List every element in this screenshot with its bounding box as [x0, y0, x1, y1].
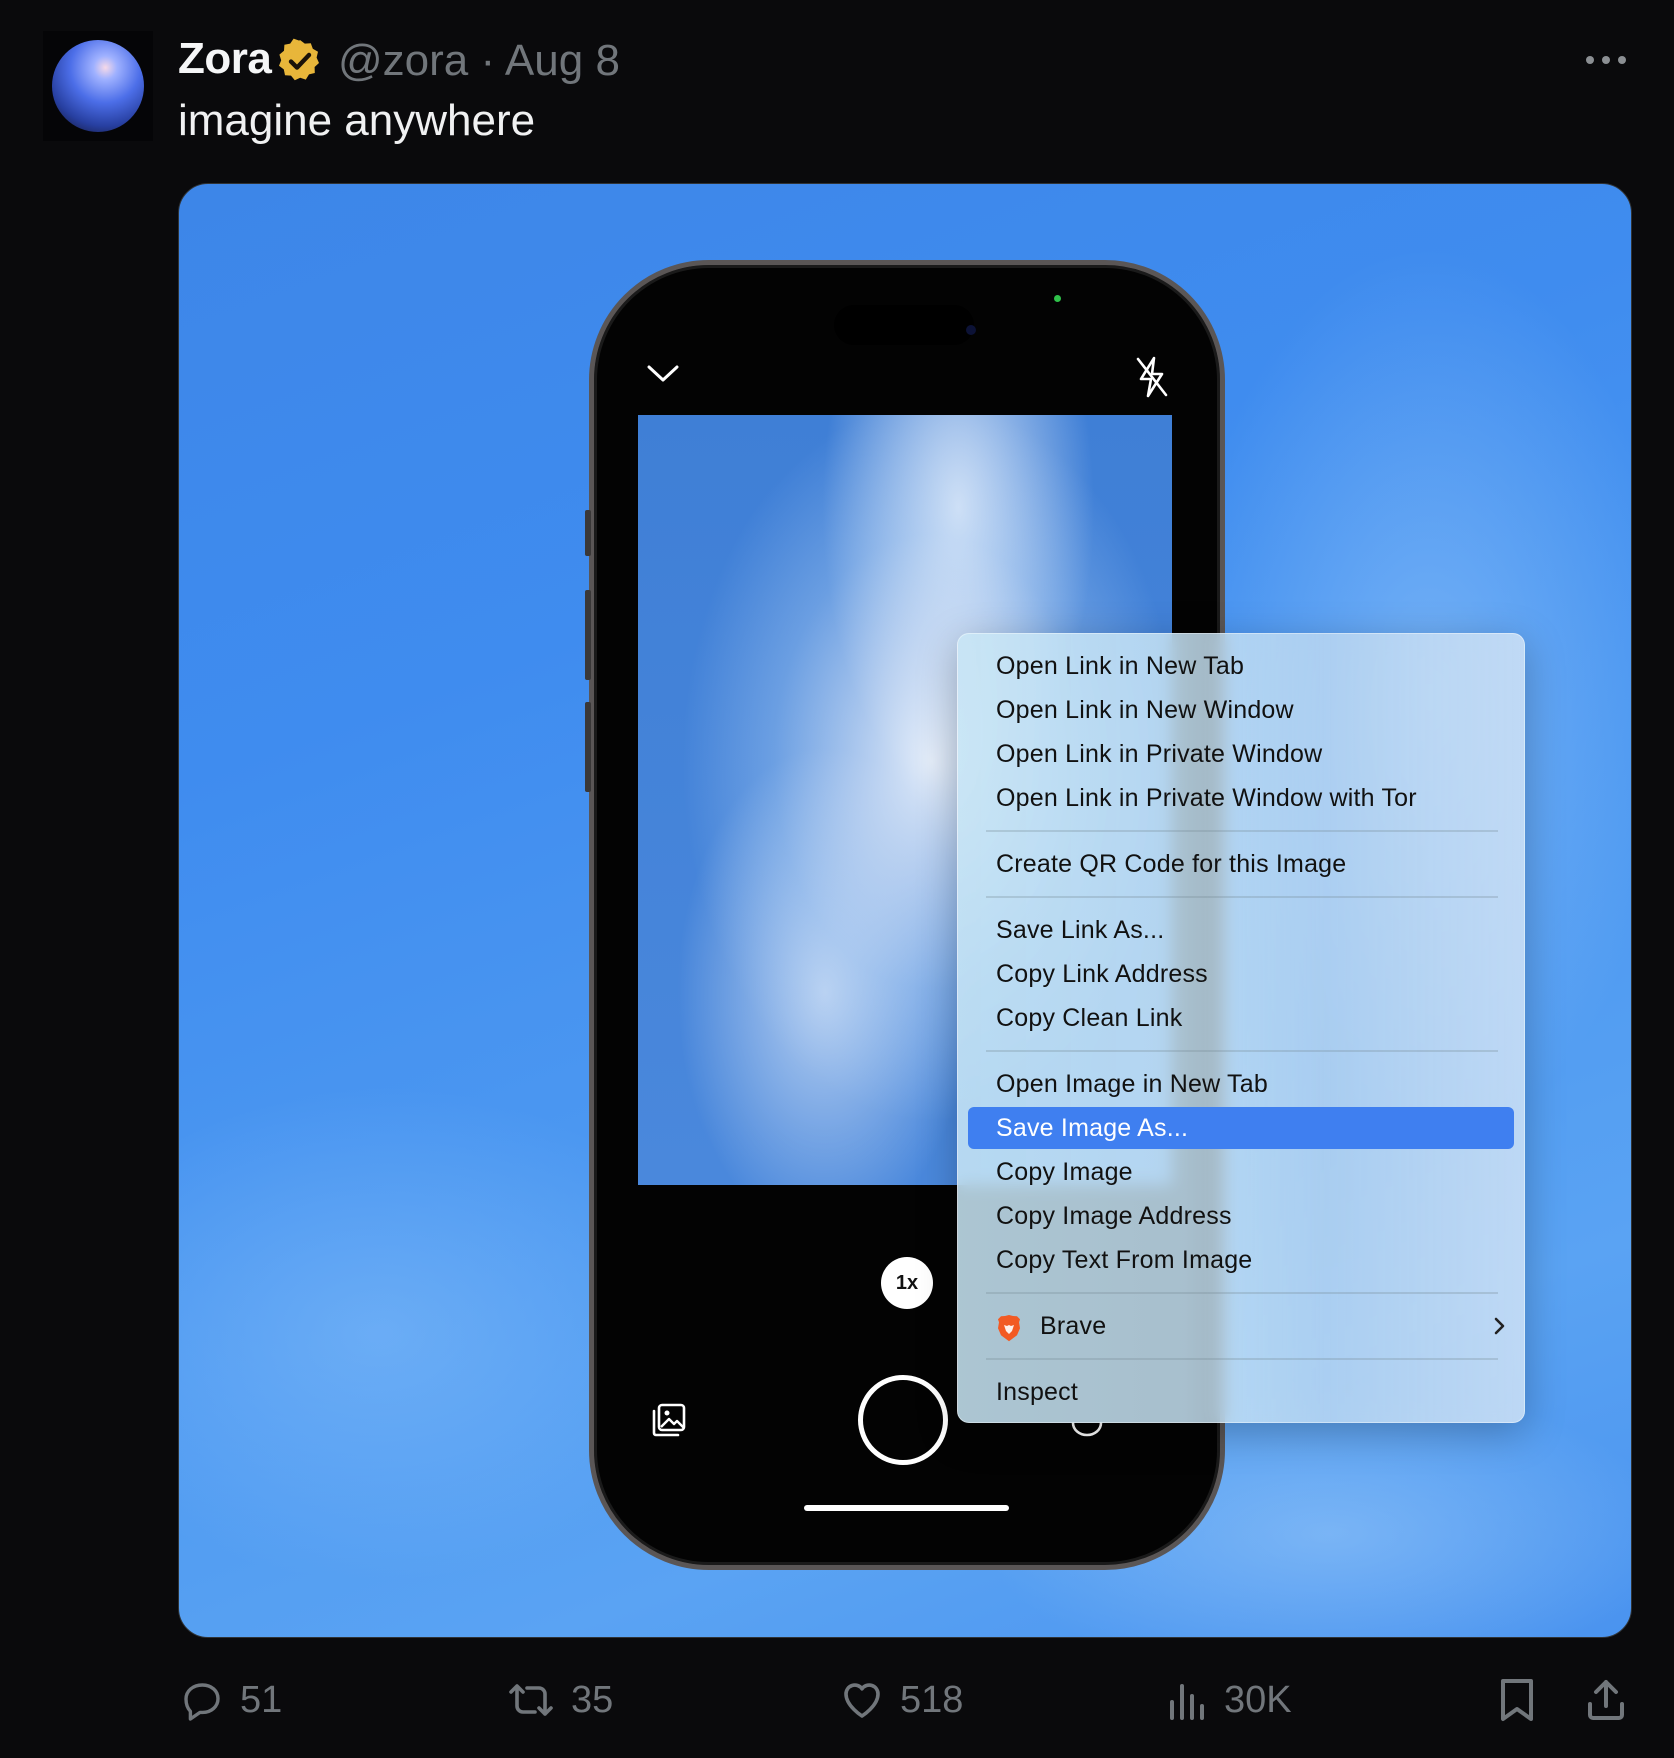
menu-separator [986, 896, 1498, 898]
like-button[interactable]: 518 [838, 1660, 963, 1740]
menu-item-copy-link-address[interactable]: Copy Link Address [968, 953, 1514, 995]
more-options-icon[interactable] [1580, 40, 1632, 80]
bookmark-button[interactable] [1494, 1660, 1540, 1740]
avatar[interactable] [43, 31, 153, 141]
verified-badge-icon[interactable] [276, 37, 324, 85]
views-button[interactable]: 30K [1166, 1660, 1292, 1740]
avatar-image [52, 40, 144, 132]
like-count: 518 [900, 1678, 964, 1721]
views-chart-icon [1170, 1684, 1204, 1720]
post-text: imagine anywhere [178, 96, 536, 145]
menu-item-save-link-as[interactable]: Save Link As... [968, 909, 1514, 951]
repost-button[interactable]: 35 [505, 1660, 613, 1740]
camera-indicator [1054, 295, 1061, 302]
reply-icon [184, 1683, 220, 1721]
menu-item-open-link-private-tor[interactable]: Open Link in Private Window with Tor [968, 777, 1514, 819]
reply-button[interactable]: 51 [178, 1660, 282, 1740]
share-icon [1588, 1680, 1624, 1720]
menu-item-inspect[interactable]: Inspect [968, 1371, 1514, 1413]
menu-item-save-image-as[interactable]: Save Image As... [968, 1107, 1514, 1149]
menu-separator [986, 830, 1498, 832]
phone-side-button [585, 510, 591, 556]
repost-count: 35 [571, 1678, 614, 1721]
front-camera [966, 325, 976, 335]
menu-item-open-image-new-tab[interactable]: Open Image in New Tab [968, 1063, 1514, 1105]
home-indicator [804, 1505, 1009, 1511]
menu-item-create-qr-code[interactable]: Create QR Code for this Image [968, 843, 1514, 885]
menu-item-copy-clean-link[interactable]: Copy Clean Link [968, 997, 1514, 1039]
menu-separator [986, 1050, 1498, 1052]
menu-item-brave-submenu[interactable]: Brave [968, 1305, 1514, 1347]
context-menu: Open Link in New Tab Open Link in New Wi… [957, 633, 1525, 1423]
brave-label: Brave [1040, 1312, 1107, 1340]
menu-item-open-link-private-window[interactable]: Open Link in Private Window [968, 733, 1514, 775]
reply-count: 51 [240, 1678, 283, 1721]
heart-icon [844, 1683, 880, 1718]
phone-side-button [585, 702, 591, 792]
share-button[interactable] [1582, 1660, 1630, 1740]
menu-item-open-link-new-window[interactable]: Open Link in New Window [968, 689, 1514, 731]
gallery-icon [652, 1403, 686, 1437]
bookmark-icon [1501, 1679, 1533, 1721]
menu-item-open-link-new-tab[interactable]: Open Link in New Tab [968, 645, 1514, 687]
repost-icon [509, 1684, 553, 1716]
author-handle-date[interactable]: @zora · Aug 8 [338, 36, 620, 86]
phone-side-button [585, 590, 591, 680]
chevron-down-icon [647, 365, 679, 382]
flash-off-icon [1136, 356, 1168, 398]
menu-separator [986, 1292, 1498, 1294]
menu-separator [986, 1358, 1498, 1360]
post-actions-bar: 51 35 518 30K [0, 1660, 1674, 1740]
shutter-button [858, 1375, 948, 1465]
menu-item-copy-text-from-image[interactable]: Copy Text From Image [968, 1239, 1514, 1281]
zoom-badge: 1x [881, 1257, 933, 1309]
author-name[interactable]: Zora [178, 34, 272, 84]
view-count: 30K [1224, 1678, 1292, 1721]
chevron-right-icon [1494, 1317, 1505, 1335]
menu-item-copy-image[interactable]: Copy Image [968, 1151, 1514, 1193]
dynamic-island [834, 305, 974, 345]
menu-item-copy-image-address[interactable]: Copy Image Address [968, 1195, 1514, 1237]
brave-lion-icon [998, 1315, 1020, 1342]
